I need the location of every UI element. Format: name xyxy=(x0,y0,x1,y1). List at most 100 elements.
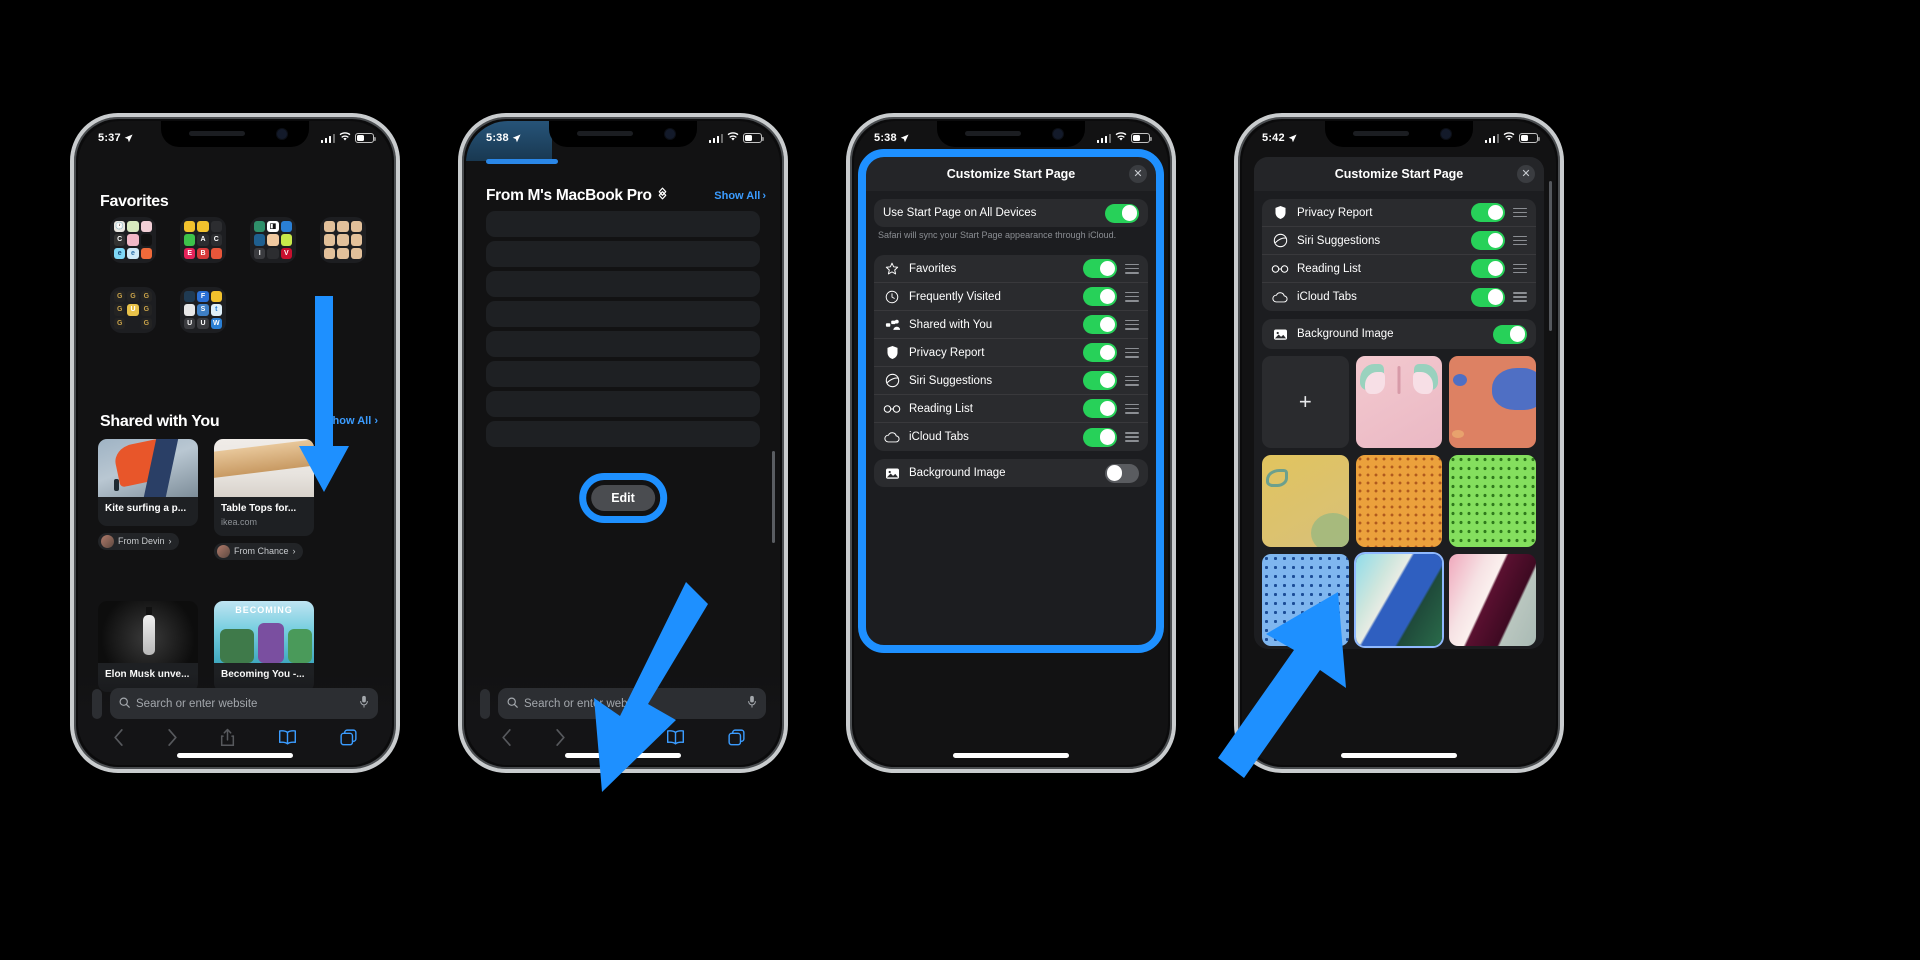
row-shared-with-you[interactable]: Shared with You xyxy=(874,311,1148,340)
forward-icon[interactable] xyxy=(555,728,566,746)
wallpaper-dots-green[interactable] xyxy=(1449,454,1536,547)
siri-icon xyxy=(1271,233,1289,248)
back-icon[interactable] xyxy=(501,728,512,746)
skeleton-row[interactable] xyxy=(486,301,760,327)
home-indicator xyxy=(953,753,1069,758)
skeleton-row[interactable] xyxy=(486,391,760,417)
skeleton-row[interactable] xyxy=(486,361,760,387)
skeleton-row[interactable] xyxy=(486,241,760,267)
close-icon[interactable]: ✕ xyxy=(1517,165,1535,183)
drag-handle-icon[interactable] xyxy=(1125,375,1139,386)
drag-handle-icon[interactable] xyxy=(1125,263,1139,274)
row-background-image[interactable]: Background Image xyxy=(874,459,1148,487)
drag-handle-icon[interactable] xyxy=(1125,319,1139,330)
wallpaper-bear-orange-blue[interactable] xyxy=(1449,356,1536,448)
scrollbar[interactable] xyxy=(772,451,775,543)
wallpaper-butterfly-pink[interactable] xyxy=(1355,356,1443,448)
drag-handle-icon[interactable] xyxy=(1125,432,1139,443)
shared-with-you-heading: Shared with You xyxy=(100,413,220,430)
row-label: Background Image xyxy=(1297,328,1394,340)
share-icon[interactable] xyxy=(220,728,235,747)
edit-button[interactable]: Edit xyxy=(591,485,655,511)
wallpaper-add-custom[interactable]: + xyxy=(1262,356,1349,448)
device-chevron-icon[interactable] xyxy=(658,187,667,205)
wallpaper-prism-blue[interactable] xyxy=(1355,553,1443,646)
browser-toolbar xyxy=(78,723,392,751)
toggle-shared-with-you[interactable] xyxy=(1083,315,1117,335)
row-label: Frequently Visited xyxy=(909,290,1001,303)
favorite-folder[interactable] xyxy=(308,217,378,263)
toggle-frequently-visited[interactable] xyxy=(1083,287,1117,307)
show-all-link[interactable]: Show All › xyxy=(714,190,766,202)
row-favorites[interactable]: Favorites xyxy=(874,255,1148,284)
toggle-reading-list[interactable] xyxy=(1471,259,1505,278)
row-icloud-tabs[interactable]: iCloud Tabs xyxy=(874,423,1148,451)
skeleton-row[interactable] xyxy=(486,421,760,447)
notch xyxy=(549,121,697,147)
skeleton-row[interactable] xyxy=(486,331,760,357)
close-icon[interactable]: ✕ xyxy=(1129,165,1147,183)
toggle-background-image[interactable] xyxy=(1105,463,1139,483)
wallpaper-prism-pink[interactable] xyxy=(1449,553,1536,646)
screenshot-canvas: 5:37 Favorites 🕐 C e e A C E B ◨ I V G G… xyxy=(0,0,1920,960)
row-privacy-report[interactable]: Privacy Report xyxy=(874,339,1148,368)
toggle-siri-suggestions[interactable] xyxy=(1083,371,1117,391)
forward-icon[interactable] xyxy=(167,728,178,746)
favorite-folder[interactable]: 🕐 C ee xyxy=(98,217,168,263)
scrollbar[interactable] xyxy=(1549,181,1552,331)
drag-handle-icon[interactable] xyxy=(1513,207,1527,218)
row-reading-list[interactable]: Reading List xyxy=(1262,255,1536,283)
drag-handle-icon[interactable] xyxy=(1125,347,1139,358)
tabs-icon[interactable] xyxy=(340,728,357,746)
battery-icon xyxy=(743,133,764,143)
front-camera xyxy=(665,129,675,139)
toggle-privacy-report[interactable] xyxy=(1471,203,1505,222)
drag-handle-icon[interactable] xyxy=(1513,235,1527,246)
tab-peek[interactable] xyxy=(480,688,490,719)
toggle-favorites[interactable] xyxy=(1083,259,1117,279)
tab-peek[interactable] xyxy=(92,688,102,719)
front-camera xyxy=(277,129,287,139)
skeleton-row[interactable] xyxy=(486,271,760,297)
card-from-badge[interactable]: From Chance › xyxy=(214,542,303,560)
card-from-badge[interactable]: From Devin › xyxy=(98,532,179,550)
toggle-reading-list[interactable] xyxy=(1083,399,1117,419)
tabs-icon[interactable] xyxy=(728,728,745,746)
row-icloud-tabs[interactable]: iCloud Tabs xyxy=(1262,283,1536,311)
row-label: Shared with You xyxy=(909,318,993,331)
favorite-folder[interactable]: AC EB xyxy=(168,217,238,263)
row-background-image[interactable]: Background Image xyxy=(1262,319,1536,349)
toggle-background-image[interactable] xyxy=(1493,324,1527,344)
row-privacy-report[interactable]: Privacy Report xyxy=(1262,199,1536,227)
row-use-start-page-all-devices[interactable]: Use Start Page on All Devices xyxy=(874,199,1148,227)
toggle-privacy-report[interactable] xyxy=(1083,343,1117,363)
shared-card[interactable]: Kite surfing a p... From Devin › xyxy=(98,439,198,563)
sheet-title: Customize Start Page xyxy=(1334,167,1464,181)
search-input[interactable]: Search or enter website xyxy=(110,688,378,719)
drag-handle-icon[interactable] xyxy=(1125,403,1139,414)
drag-handle-icon[interactable] xyxy=(1513,263,1527,274)
microphone-icon[interactable] xyxy=(747,695,757,713)
favorite-folder[interactable]: ◨ IV xyxy=(238,217,308,263)
favorite-folder[interactable]: GGG GUG GG xyxy=(98,287,168,333)
star-icon xyxy=(883,262,901,276)
drag-handle-icon[interactable] xyxy=(1513,292,1527,302)
wallpaper-wave-gold[interactable] xyxy=(1262,454,1349,547)
row-siri-suggestions[interactable]: Siri Suggestions xyxy=(874,367,1148,396)
skeleton-row[interactable] xyxy=(486,211,760,237)
back-icon[interactable] xyxy=(113,728,124,746)
favorite-folder[interactable]: F St UUW xyxy=(168,287,238,333)
toggle-siri-suggestions[interactable] xyxy=(1471,231,1505,250)
row-frequently-visited[interactable]: Frequently Visited xyxy=(874,283,1148,312)
drag-handle-icon[interactable] xyxy=(1125,291,1139,302)
bookmarks-icon[interactable] xyxy=(278,729,297,745)
microphone-icon[interactable] xyxy=(359,695,369,713)
row-siri-suggestions[interactable]: Siri Suggestions xyxy=(1262,227,1536,255)
cloud-icon xyxy=(1271,291,1289,303)
wallpaper-dots-orange[interactable] xyxy=(1355,454,1443,547)
toggle-icloud-tabs[interactable] xyxy=(1083,427,1117,447)
row-reading-list[interactable]: Reading List xyxy=(874,395,1148,424)
customize-start-page-sheet: Customize Start Page ✕ Privacy Report Si… xyxy=(1254,157,1544,649)
toggle-use-start-page-all-devices[interactable] xyxy=(1105,203,1139,223)
toggle-icloud-tabs[interactable] xyxy=(1471,287,1505,307)
